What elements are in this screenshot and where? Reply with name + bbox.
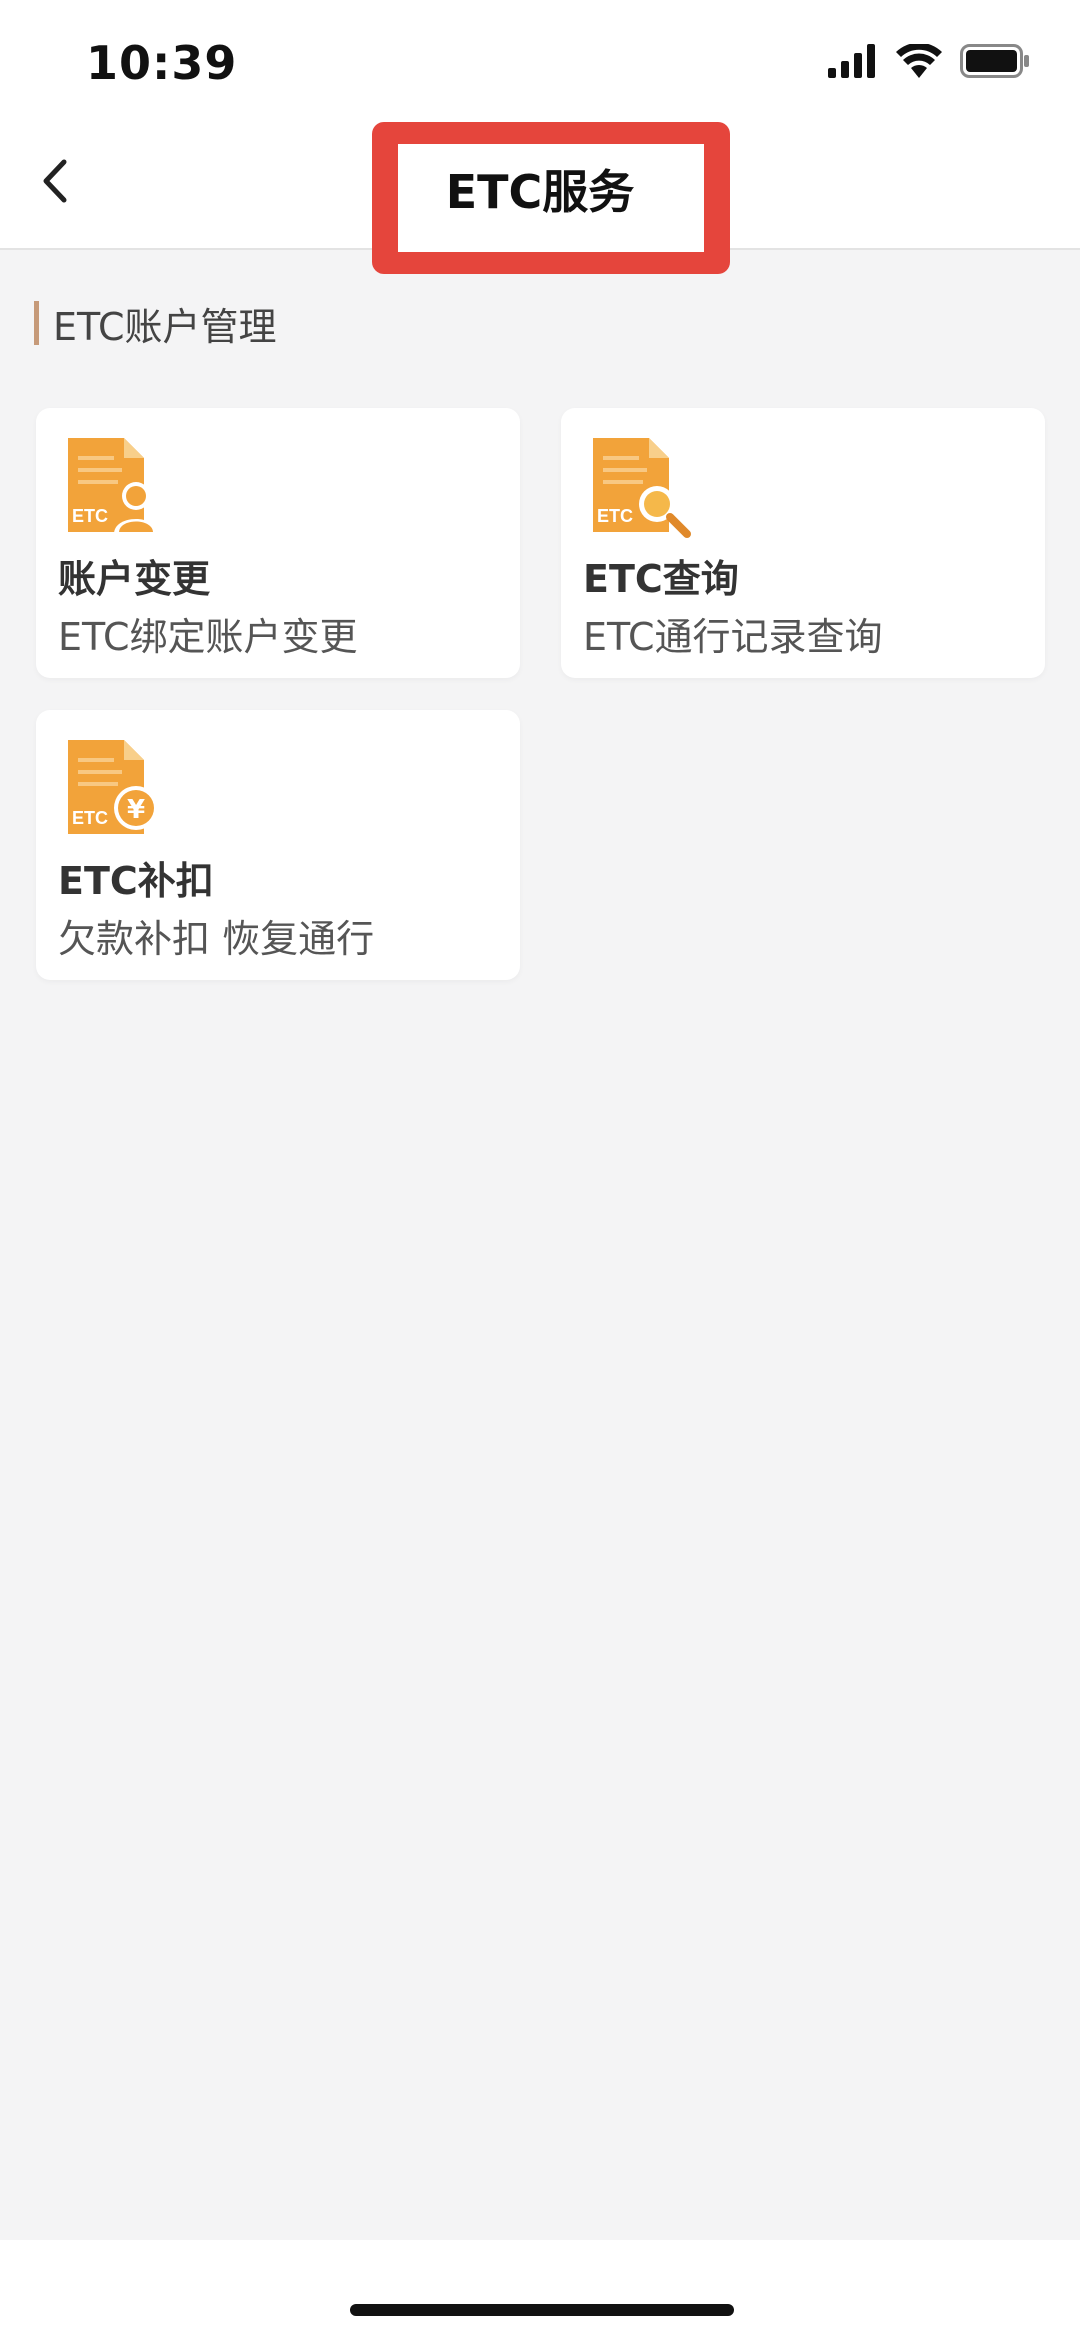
- svg-text:ETC: ETC: [72, 808, 108, 828]
- status-icons: [828, 42, 1030, 82]
- bottom-area: [0, 2240, 1080, 2337]
- wifi-icon: [896, 42, 942, 82]
- cellular-signal-icon: [828, 44, 878, 82]
- card-account-change[interactable]: ETC 账户变更 ETC绑定账户变更: [36, 408, 520, 678]
- card-title: ETC查询: [583, 557, 739, 601]
- status-time: 10:39: [86, 36, 238, 90]
- card-desc: ETC通行记录查询: [583, 615, 883, 659]
- card-desc: ETC绑定账户变更: [58, 615, 358, 659]
- card-title: ETC补扣: [58, 859, 214, 903]
- svg-text:¥: ¥: [127, 795, 145, 825]
- section-header: ETC账户管理: [34, 298, 277, 349]
- card-desc: 欠款补扣 恢复通行: [58, 917, 375, 961]
- status-bar: 10:39: [0, 0, 1080, 120]
- nav-bar: ETC服务: [0, 120, 1080, 274]
- section-accent-bar: [34, 301, 39, 345]
- home-indicator[interactable]: [350, 2304, 734, 2316]
- etc-search-icon: ETC: [587, 434, 697, 544]
- etc-account-icon: ETC: [62, 434, 172, 544]
- card-etc-deduction[interactable]: ETC ¥ ETC补扣 欠款补扣 恢复通行: [36, 710, 520, 980]
- svg-text:ETC: ETC: [72, 506, 108, 526]
- section-title: ETC账户管理: [53, 304, 277, 349]
- page-title: ETC服务: [445, 165, 635, 219]
- svg-text:ETC: ETC: [597, 506, 633, 526]
- battery-icon: [960, 44, 1030, 82]
- etc-yuan-icon: ETC ¥: [62, 736, 172, 846]
- card-etc-query[interactable]: ETC ETC查询 ETC通行记录查询: [561, 408, 1045, 678]
- card-title: 账户变更: [58, 557, 211, 601]
